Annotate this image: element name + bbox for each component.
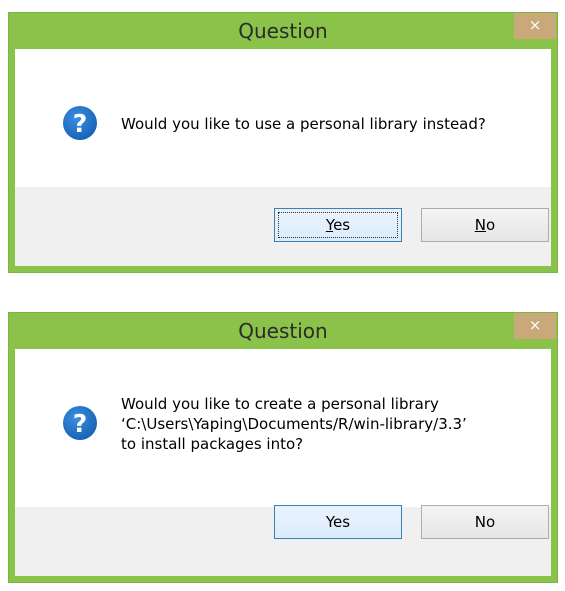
- no-button[interactable]: No: [421, 208, 549, 242]
- message-line: Would you like to create a personal libr…: [121, 395, 439, 413]
- focus-ring: [278, 212, 398, 238]
- dialog-message: Would you like to create a personal libr…: [121, 394, 541, 454]
- dialog-body: ? Would you like to create a personal li…: [15, 349, 551, 509]
- message-line: ‘C:\Users\Yaping\Documents/R/win-library…: [121, 415, 467, 433]
- question-dialog-personal-library: Question × ? Would you like to use a per…: [8, 12, 558, 273]
- question-dialog-create-library: Question × ? Would you like to create a …: [8, 312, 558, 583]
- message-line: to install packages into?: [121, 435, 304, 453]
- no-button[interactable]: No: [421, 505, 549, 539]
- title-bar[interactable]: Question ×: [9, 313, 557, 349]
- dialog-body: ? Would you like to use a personal libra…: [15, 49, 551, 189]
- question-icon: ?: [63, 406, 97, 440]
- message-line: Would you like to use a personal library…: [121, 115, 486, 133]
- no-accelerator: N: [474, 216, 487, 234]
- title-bar[interactable]: Question ×: [9, 13, 557, 49]
- dialog-client-area: ? Would you like to create a personal li…: [15, 349, 551, 576]
- dialog-client-area: ? Would you like to use a personal libra…: [15, 49, 551, 266]
- svg-text:?: ?: [73, 109, 88, 138]
- no-label-rest: o: [486, 216, 496, 234]
- dialog-title: Question: [238, 319, 328, 343]
- close-button[interactable]: ×: [514, 313, 556, 339]
- dialog-message: Would you like to use a personal library…: [121, 114, 541, 134]
- yes-button[interactable]: Yes: [274, 505, 402, 539]
- dialog-title: Question: [238, 19, 328, 43]
- close-button[interactable]: ×: [514, 13, 556, 39]
- svg-text:?: ?: [73, 409, 88, 438]
- yes-button[interactable]: Yes: [274, 208, 402, 242]
- question-icon: ?: [63, 106, 97, 140]
